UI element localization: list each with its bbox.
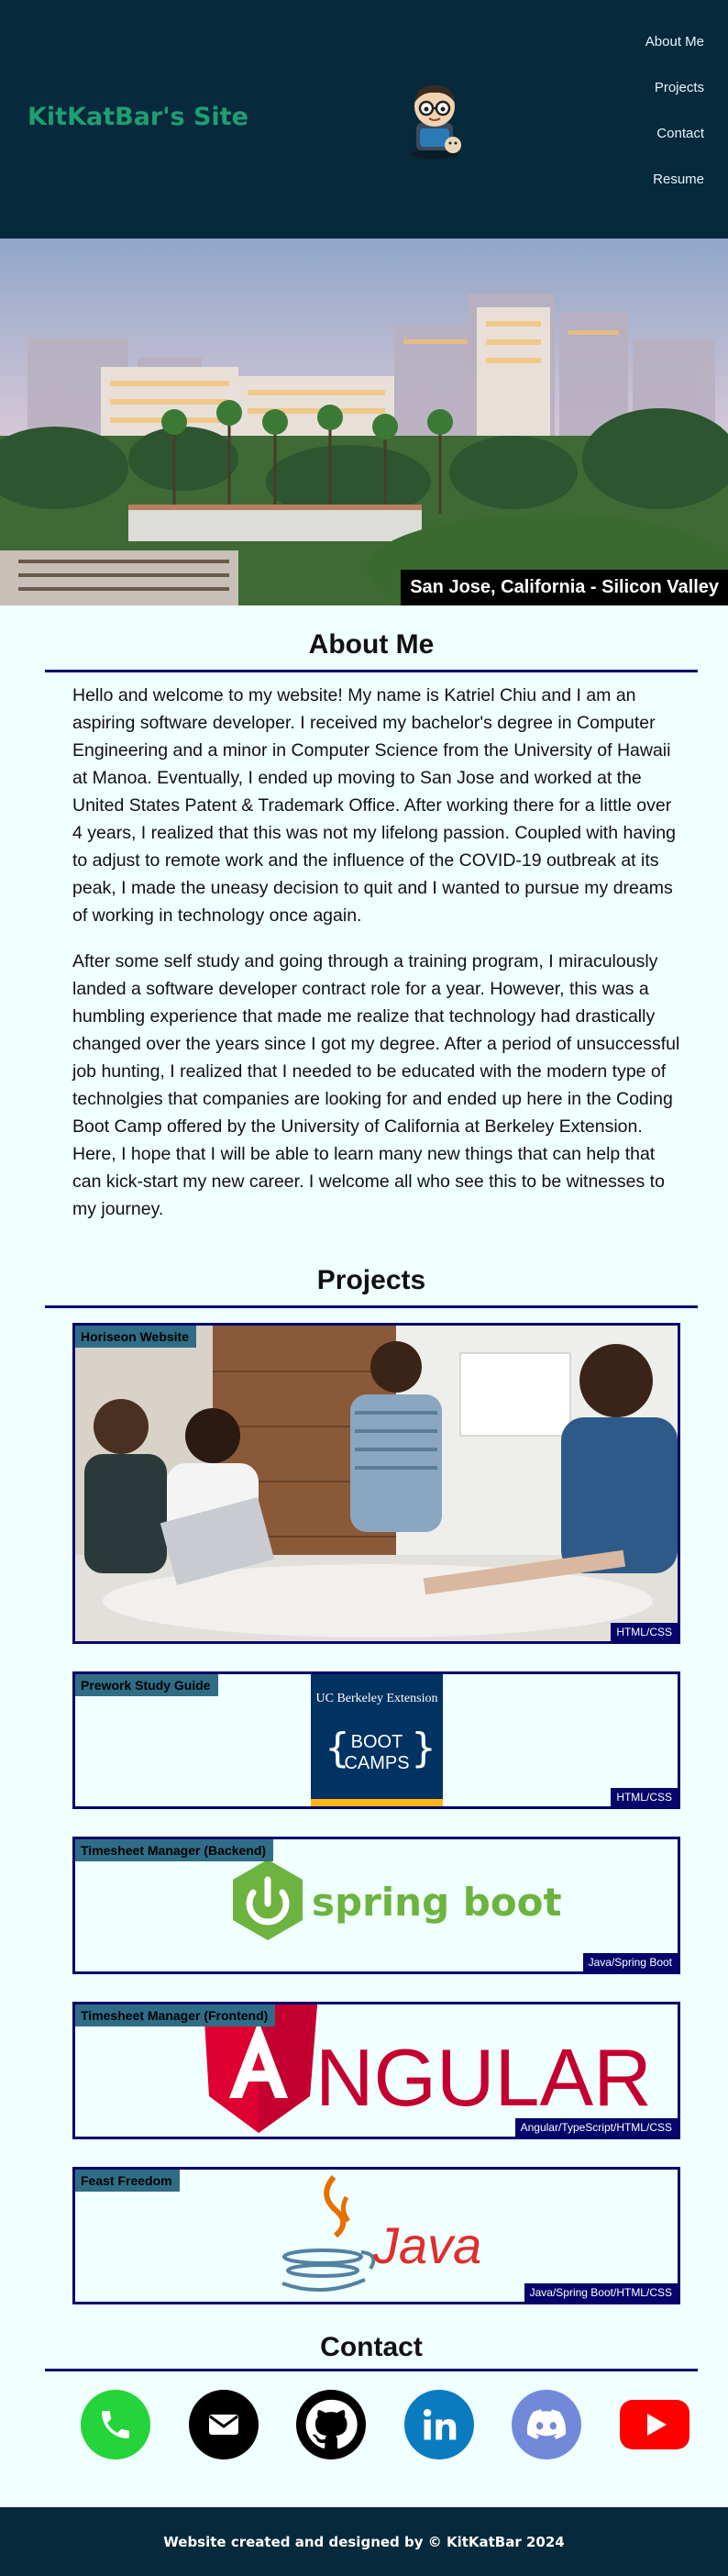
hero-banner: San Jose, California - Silicon Valley xyxy=(0,239,728,605)
contact-icons xyxy=(0,2371,728,2478)
project-image-horiseon xyxy=(75,1326,678,1641)
project-tag: Java/Spring Boot xyxy=(582,1953,678,1971)
project-title: Horiseon Website xyxy=(75,1326,196,1348)
project-title: Feast Freedom xyxy=(75,2170,180,2192)
github-icon[interactable] xyxy=(296,2390,367,2459)
projects-title: Projects xyxy=(45,1241,698,1308)
site-title[interactable]: KitKatBar's Site xyxy=(28,103,248,131)
project-tag: HTML/CSS xyxy=(611,1623,678,1641)
youtube-icon[interactable] xyxy=(619,2390,689,2459)
project-title: Timesheet Manager (Backend) xyxy=(75,1839,274,1861)
footer-text: Website created and designed by © KitKat… xyxy=(163,2533,565,2550)
project-title: Prework Study Guide xyxy=(75,1674,218,1696)
about-title: About Me xyxy=(45,605,698,672)
spring-logo-text: spring boot xyxy=(312,1880,562,1925)
projects-section: Projects Horiseon Website HTML/CSS Prewo… xyxy=(0,1241,728,2304)
project-card-horiseon[interactable]: Horiseon Website HTML/CSS xyxy=(72,1323,680,1644)
site-header: KitKatBar's Site About Me Projects Conta… xyxy=(0,0,728,239)
avatar-icon xyxy=(411,84,461,159)
phone-icon[interactable] xyxy=(81,2390,150,2459)
site-footer: Website created and designed by © KitKat… xyxy=(0,2507,728,2576)
project-tag: HTML/CSS xyxy=(611,1788,678,1806)
bootcamp-logo-line1: UC Berkeley Extension xyxy=(316,1692,438,1705)
bootcamp-logo-line3: CAMPS xyxy=(344,1753,409,1773)
angular-logo-text: NGULAR xyxy=(315,2032,652,2123)
project-tag: Angular/TypeScript/HTML/CSS xyxy=(514,2118,678,2137)
project-tag: Java/Spring Boot/HTML/CSS xyxy=(524,2283,678,2302)
email-icon[interactable] xyxy=(188,2390,259,2459)
hero-image xyxy=(0,239,728,605)
project-title: Timesheet Manager (Frontend) xyxy=(75,2004,276,2026)
bootcamp-logo-line2: BOOT xyxy=(351,1732,403,1752)
about-paragraph: After some self study and going through … xyxy=(72,951,680,1219)
linkedin-icon[interactable] xyxy=(403,2390,474,2459)
hero-caption: San Jose, California - Silicon Valley xyxy=(401,570,728,605)
about-section: About Me Hello and welcome to my website… xyxy=(0,605,728,1223)
project-card-timesheet-frontend[interactable]: Timesheet Manager (Frontend) NGULAR Angu… xyxy=(72,2002,680,2139)
nav-projects[interactable]: Projects xyxy=(655,79,704,97)
svg-text:}: } xyxy=(411,1725,436,1771)
project-card-feast-freedom[interactable]: Feast Freedom Java Java/Spring Boot/HTML… xyxy=(72,2167,680,2304)
about-paragraph: Hello and welcome to my website! My name… xyxy=(72,685,676,926)
java-logo-text: Java xyxy=(372,2216,481,2274)
project-card-timesheet-backend[interactable]: Timesheet Manager (Backend) spring boot … xyxy=(72,1837,680,1974)
nav-about-me[interactable]: About Me xyxy=(645,33,704,51)
main-nav: About Me Projects Contact Resume xyxy=(645,33,704,189)
contact-title: Contact xyxy=(45,2314,698,2371)
nav-contact[interactable]: Contact xyxy=(656,125,704,143)
discord-icon[interactable] xyxy=(512,2390,582,2459)
about-text: Hello and welcome to my website! My name… xyxy=(0,672,728,1223)
project-card-prework[interactable]: Prework Study Guide UC Berkeley Extensio… xyxy=(72,1671,680,1809)
contact-section: Contact xyxy=(0,2314,728,2478)
nav-resume[interactable]: Resume xyxy=(653,171,704,189)
